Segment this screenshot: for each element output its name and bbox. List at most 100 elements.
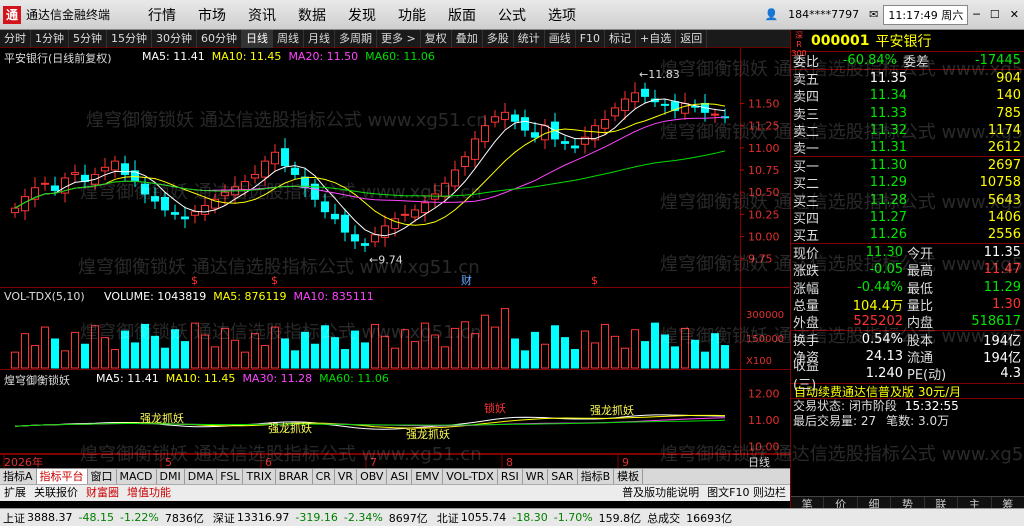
indicator-tab-18[interactable]: 指标B bbox=[578, 469, 615, 484]
mail-icon[interactable]: ✉ bbox=[864, 4, 883, 26]
menu-item-7[interactable]: 公式 bbox=[498, 5, 526, 25]
ext-tab-0[interactable]: 扩展 bbox=[0, 485, 30, 501]
order-book-row[interactable]: 卖四 11.34 140 bbox=[791, 87, 1024, 105]
menu-item-1[interactable]: 市场 bbox=[198, 5, 226, 25]
indicator-tab-3[interactable]: MACD bbox=[117, 469, 157, 484]
toolbar-item-16[interactable]: F10 bbox=[576, 30, 606, 48]
maximize-icon[interactable]: ☐ bbox=[985, 4, 1005, 26]
indicator-tab-6[interactable]: FSL bbox=[217, 469, 244, 484]
signal-label: 强龙抓妖 bbox=[140, 411, 184, 425]
ext-tab-1[interactable]: 关联报价 bbox=[30, 485, 82, 501]
order-book-row[interactable]: 买四 11.27 1406 bbox=[791, 209, 1024, 227]
user-account[interactable]: 184****7797 bbox=[783, 4, 864, 26]
toolbar-item-6[interactable]: 日线 bbox=[242, 30, 273, 48]
index-name[interactable]: 深证 bbox=[210, 510, 235, 526]
date-label: 2026年 bbox=[4, 455, 43, 469]
price-tick-label: 10.75 bbox=[748, 164, 780, 177]
indicator-tab-19[interactable]: 模板 bbox=[614, 469, 644, 484]
indicator-tab-9[interactable]: CR bbox=[313, 469, 335, 484]
toolbar-item-0[interactable]: 分时 bbox=[0, 30, 31, 48]
event-marker[interactable]: 财 bbox=[461, 273, 472, 287]
user-icon[interactable]: 👤 bbox=[759, 4, 783, 26]
stock-name[interactable]: 平安银行 bbox=[875, 31, 931, 51]
menu-item-6[interactable]: 版面 bbox=[448, 5, 476, 25]
candle-body bbox=[631, 92, 639, 103]
menu-item-5[interactable]: 功能 bbox=[398, 5, 426, 25]
toolbar-item-1[interactable]: 1分钟 bbox=[31, 30, 69, 48]
stat-row: 现价 11.30 今开 11.35 bbox=[791, 244, 1024, 262]
toolbar-item-5[interactable]: 60分钟 bbox=[197, 30, 242, 48]
index-name[interactable]: 上证 bbox=[0, 510, 25, 526]
stock-code[interactable]: 000001 bbox=[811, 33, 869, 49]
order-book-row[interactable]: 卖一 11.31 2612 bbox=[791, 139, 1024, 157]
ext-right-0[interactable]: 普及版功能说明 bbox=[618, 485, 703, 501]
order-book-row[interactable]: 卖五 11.35 904 bbox=[791, 70, 1024, 88]
toolbar-item-10[interactable]: 更多 > bbox=[377, 30, 421, 48]
level-price: 11.32 bbox=[869, 122, 907, 138]
order-book-row[interactable]: 买一 11.30 2697 bbox=[791, 157, 1024, 175]
toolbar-item-11[interactable]: 复权 bbox=[421, 30, 452, 48]
stat-value: 11.35 bbox=[983, 245, 1021, 261]
candle-body bbox=[681, 102, 689, 114]
indicator-tab-14[interactable]: VOL-TDX bbox=[443, 469, 498, 484]
toolbar-item-4[interactable]: 30分钟 bbox=[152, 30, 197, 48]
ext-tab-2[interactable]: 财富圈 bbox=[82, 485, 123, 501]
close-icon[interactable]: ✕ bbox=[1005, 4, 1024, 26]
toolbar-item-2[interactable]: 5分钟 bbox=[69, 30, 107, 48]
toolbar-item-3[interactable]: 15分钟 bbox=[107, 30, 152, 48]
indicator-tab-4[interactable]: DMI bbox=[157, 469, 185, 484]
toolbar-item-15[interactable]: 画线 bbox=[545, 30, 576, 48]
order-book-row[interactable]: 买五 11.26 2556 bbox=[791, 226, 1024, 244]
indicator-tab-12[interactable]: ASI bbox=[387, 469, 413, 484]
toolbar-item-19[interactable]: 返回 bbox=[676, 30, 708, 48]
indicator-tab-13[interactable]: EMV bbox=[412, 469, 444, 484]
indicator-tab-15[interactable]: RSI bbox=[498, 469, 523, 484]
indicator-tab-8[interactable]: BRAR bbox=[276, 469, 313, 484]
order-book-row[interactable]: 卖二 11.32 1174 bbox=[791, 122, 1024, 140]
volume-bar bbox=[471, 333, 479, 369]
app-name: 通达信金融终端 bbox=[26, 8, 111, 22]
toolbar-item-9[interactable]: 多周期 bbox=[335, 30, 377, 48]
period-label: 日线 bbox=[748, 455, 770, 469]
indicator-tab-16[interactable]: WR bbox=[523, 469, 549, 484]
toolbar-item-7[interactable]: 周线 bbox=[273, 30, 304, 48]
toolbar-item-13[interactable]: 多股 bbox=[483, 30, 514, 48]
kline-chart-svg[interactable]: 11.50 11.25 11.00 10.75 10.50 10.25 10.00 9.75 ←… bbox=[0, 48, 790, 454]
toolbar-item-14[interactable]: 统计 bbox=[514, 30, 545, 48]
event-marker[interactable]: $ bbox=[591, 274, 598, 287]
indicator-tab-1[interactable]: 指标平台 bbox=[36, 469, 88, 484]
indicator-tab-7[interactable]: TRIX bbox=[243, 469, 276, 484]
indicator-tab-10[interactable]: VR bbox=[335, 469, 358, 484]
toolbar-item-17[interactable]: 标记 bbox=[605, 30, 637, 48]
volume-bar bbox=[601, 323, 609, 369]
event-marker[interactable]: $ bbox=[271, 274, 278, 287]
level-label: 买二 bbox=[793, 177, 820, 193]
kline-chart-area[interactable]: 11.50 11.25 11.00 10.75 10.50 10.25 10.00 9.75 ←… bbox=[0, 48, 790, 454]
index-name[interactable]: 北证 bbox=[434, 510, 459, 526]
indicator-tab-17[interactable]: SAR bbox=[548, 469, 578, 484]
menu-item-3[interactable]: 数据 bbox=[298, 5, 326, 25]
indicator-tab-0[interactable]: 指标A bbox=[0, 469, 37, 484]
title-bar-right: 👤 184****7797 ✉ 11:17:49 周六 ─ ☐ ✕ bbox=[759, 0, 1024, 29]
toolbar-item-8[interactable]: 月线 bbox=[304, 30, 335, 48]
menu-item-4[interactable]: 发现 bbox=[348, 5, 376, 25]
stat-value: 104.4万 bbox=[852, 298, 903, 314]
order-book-row[interactable]: 买二 11.29 10758 bbox=[791, 174, 1024, 193]
minimize-icon[interactable]: ─ bbox=[968, 4, 985, 26]
ext-tab-3[interactable]: 增值功能 bbox=[123, 485, 175, 501]
toolbar-item-12[interactable]: 叠加 bbox=[452, 30, 483, 48]
event-marker[interactable]: $ bbox=[191, 274, 198, 287]
indicator-tab-5[interactable]: DMA bbox=[185, 469, 218, 484]
menu-item-2[interactable]: 资讯 bbox=[248, 5, 276, 25]
menu-item-0[interactable]: 行情 bbox=[148, 5, 176, 25]
order-book-row[interactable]: 买三 11.28 5643 bbox=[791, 192, 1024, 210]
indicator-tab-2[interactable]: 窗口 bbox=[88, 469, 117, 484]
indicator-tab-11[interactable]: OBV bbox=[357, 469, 388, 484]
order-book-row[interactable]: 卖三 11.33 785 bbox=[791, 105, 1024, 123]
volume-bar bbox=[611, 335, 619, 369]
stat-label: 换手 bbox=[793, 334, 820, 350]
menu-item-8[interactable]: 选项 bbox=[548, 5, 576, 25]
toolbar-item-18[interactable]: +自选 bbox=[636, 30, 677, 48]
ext-right-1[interactable]: 图文F10 则边栏 bbox=[703, 485, 790, 501]
candle-body bbox=[481, 125, 489, 143]
